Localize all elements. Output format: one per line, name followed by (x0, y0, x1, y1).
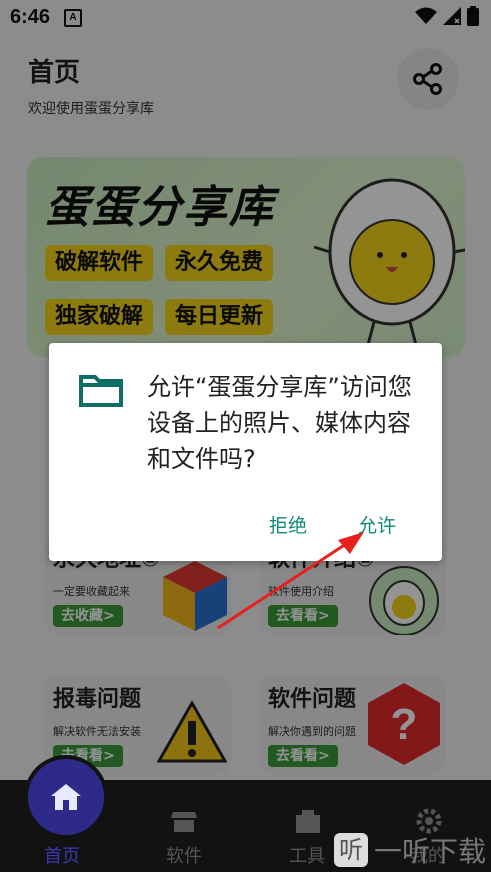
annotation-arrow (217, 532, 364, 630)
